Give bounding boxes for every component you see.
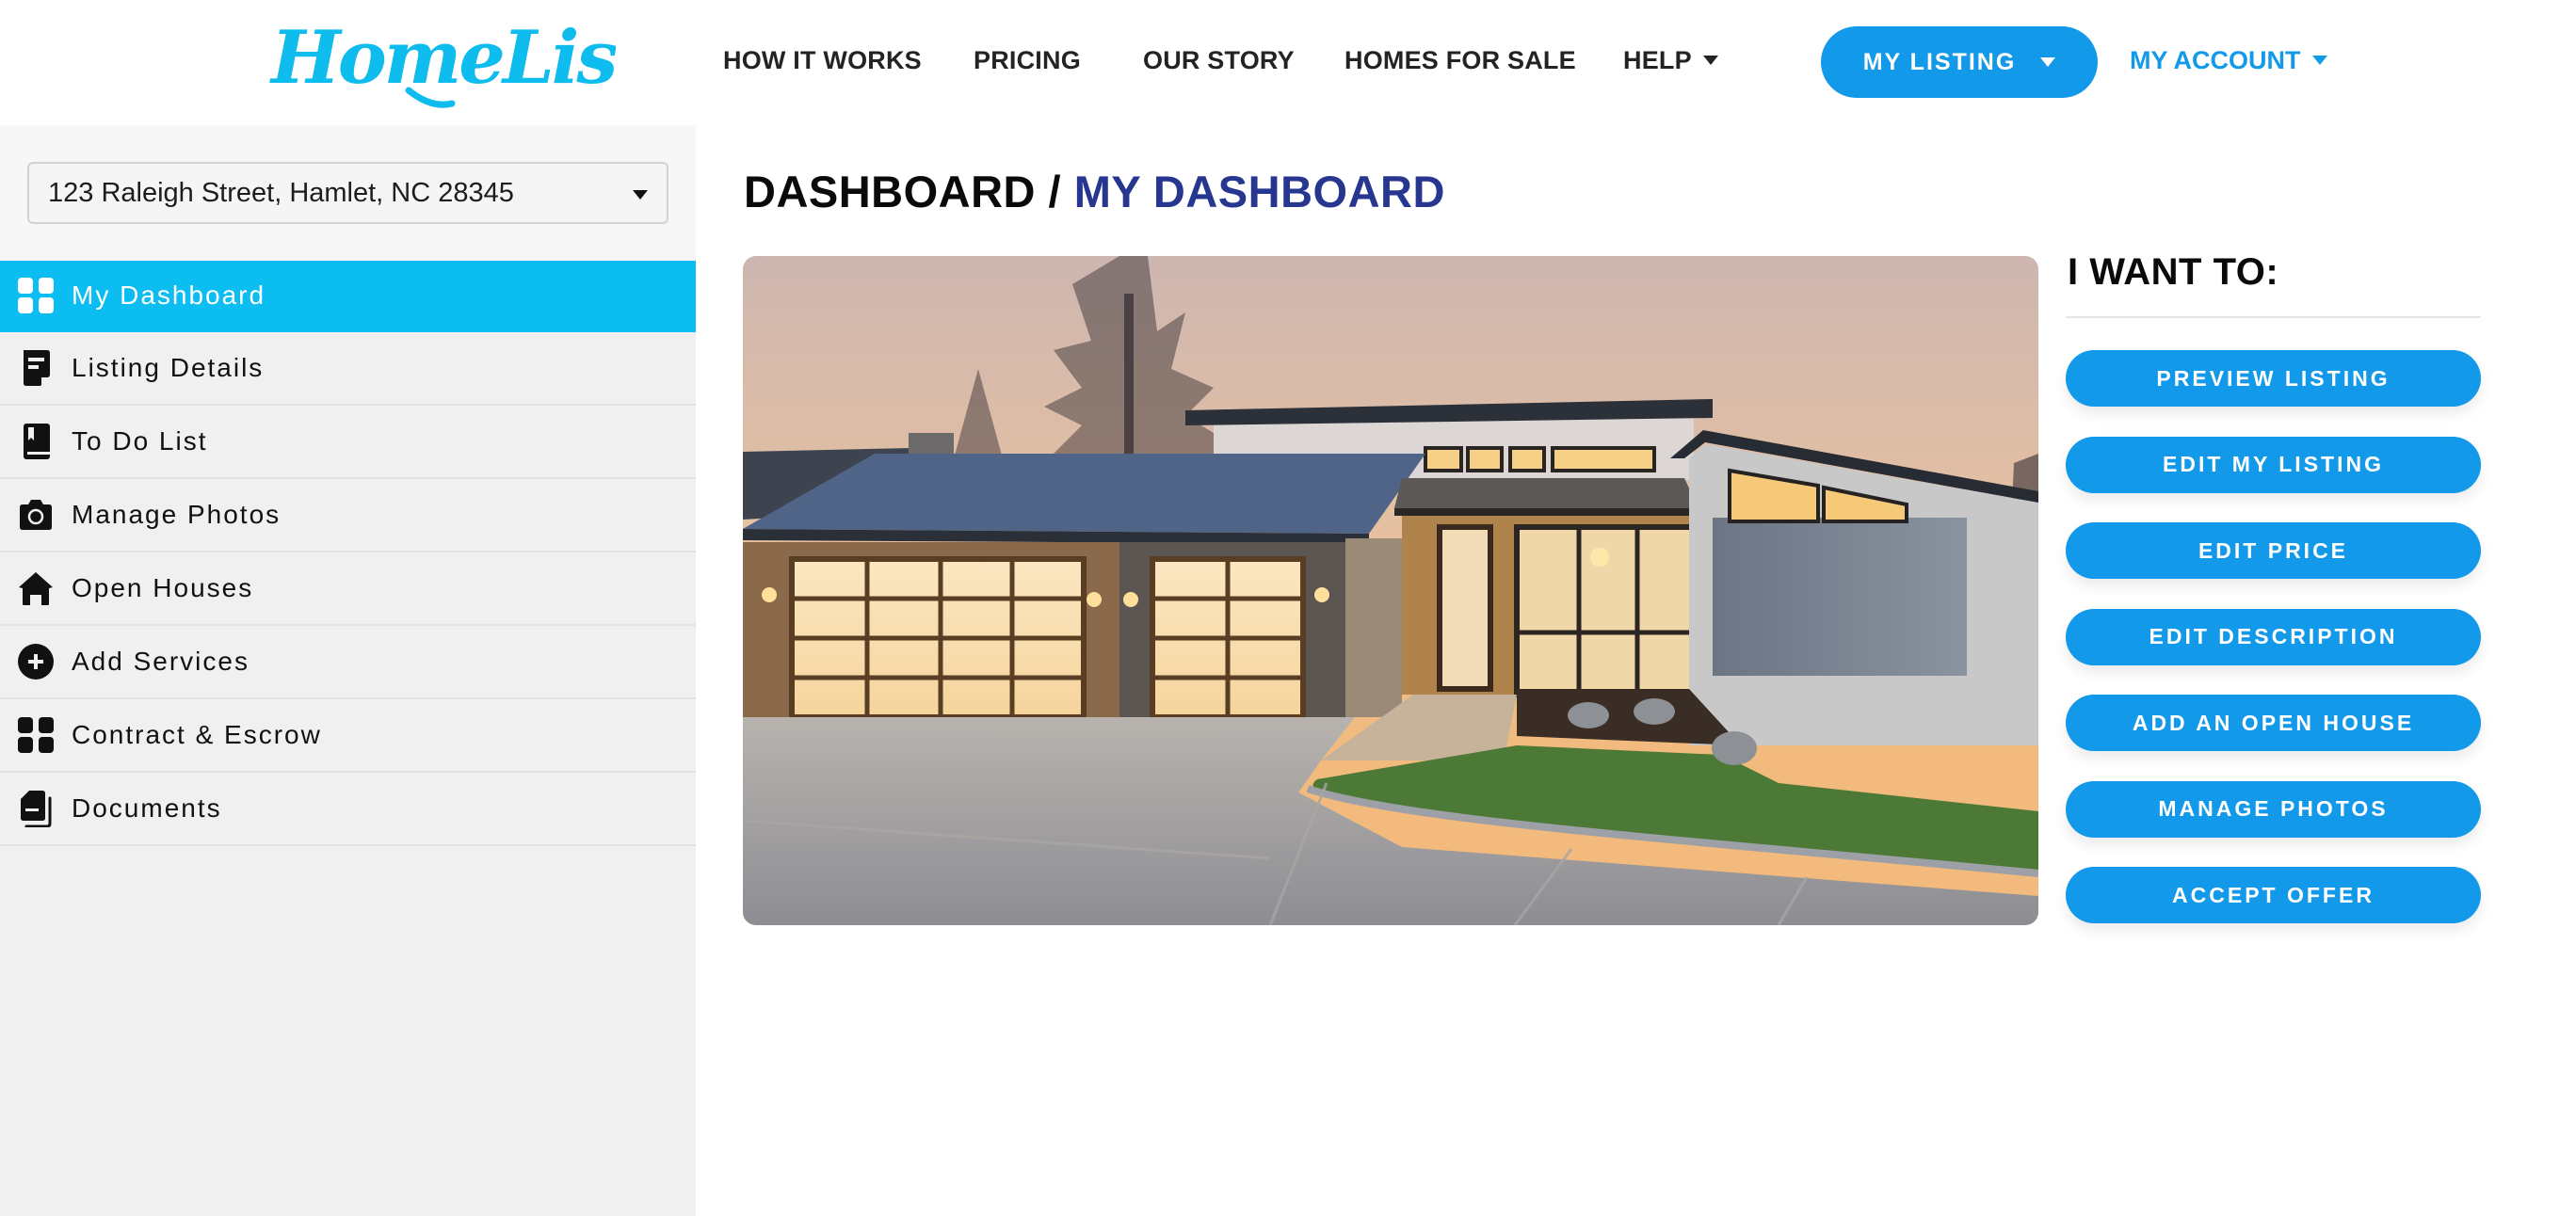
sidebar-item-add-services[interactable]: Add Services [0,626,696,699]
homelister-logo[interactable]: HomeLister [267,9,616,113]
sidebar-menu: My Dashboard Listing Details To Do List [0,261,696,846]
sidebar-item-my-dashboard[interactable]: My Dashboard [0,261,696,332]
sidebar-item-documents[interactable]: Documents [0,773,696,846]
documents-icon [21,791,52,827]
sidebar-item-label: Manage Photos [72,500,282,529]
accept-offer-button[interactable]: ACCEPT OFFER [2066,867,2481,923]
nav-label: OUR STORY [1143,46,1295,74]
my-account-menu[interactable]: MY ACCOUNT [2130,40,2327,81]
action-panel-title: I WANT TO: [2068,251,2279,293]
divider [2066,316,2481,318]
edit-description-button[interactable]: EDIT DESCRIPTION [2066,608,2481,665]
my-account-label: MY ACCOUNT [2130,46,2301,74]
camera-icon [20,500,52,530]
sidebar-item-label: My Dashboard [72,280,266,310]
edit-price-button[interactable]: EDIT PRICE [2066,522,2481,579]
breadcrumb-root[interactable]: DASHBOARD [744,167,1036,216]
breadcrumb-separator: / [1036,167,1074,216]
sidebar-item-contract-escrow[interactable]: Contract & Escrow [0,699,696,773]
sidebar-item-label: Documents [72,793,222,823]
sidebar-item-label: Open Houses [72,573,254,602]
preview-listing-button[interactable]: PREVIEW LISTING [2066,350,2481,407]
sidebar-item-label: Contract & Escrow [72,720,322,749]
top-header: HomeLister HOW IT WORKS PRICING OUR STOR… [0,0,2576,125]
page-title: DASHBOARD / MY DASHBOARD [744,166,1445,217]
add-open-house-button[interactable]: ADD AN OPEN HOUSE [2066,695,2481,751]
sidebar-item-listing-details[interactable]: Listing Details [0,332,696,406]
sidebar-item-label: Add Services [72,647,250,676]
chevron-down-icon [1702,56,1718,65]
nav-pricing[interactable]: PRICING [974,40,1081,81]
logo-text: HomeLister [269,15,616,101]
grid-icon [18,717,54,753]
sidebar-item-open-houses[interactable]: Open Houses [0,552,696,626]
sidebar-item-label: To Do List [72,426,208,456]
address-select-value: 123 Raleigh Street, Hamlet, NC 28345 [48,177,514,208]
grid-icon [18,278,54,313]
my-listing-button[interactable]: MY LISTING [1821,26,2098,98]
house-photo [743,256,2038,925]
chevron-down-icon [633,190,648,200]
my-listing-label: MY LISTING [1862,48,2017,75]
nav-help[interactable]: HELP [1623,40,1718,81]
edit-my-listing-button[interactable]: EDIT MY LISTING [2066,436,2481,493]
sidebar: 123 Raleigh Street, Hamlet, NC 28345 My … [0,125,696,1216]
nav-how-it-works[interactable]: HOW IT WORKS [723,40,922,81]
breadcrumb-current: MY DASHBOARD [1073,167,1445,216]
hero-house-image [743,256,2038,925]
sidebar-item-manage-photos[interactable]: Manage Photos [0,479,696,552]
nav-label: HELP [1623,46,1692,74]
nav-homes-for-sale[interactable]: HOMES FOR SALE [1344,40,1576,81]
house-icon [19,572,53,605]
sidebar-item-to-do-list[interactable]: To Do List [0,406,696,479]
address-select[interactable]: 123 Raleigh Street, Hamlet, NC 28345 [27,162,668,224]
sidebar-item-label: Listing Details [72,353,265,382]
nav-label: HOMES FOR SALE [1344,46,1576,74]
plus-circle-icon [18,644,54,680]
nav-label: HOW IT WORKS [723,46,922,74]
bookmark-book-icon [24,424,50,459]
nav-label: PRICING [974,46,1081,74]
nav-our-story[interactable]: OUR STORY [1143,40,1295,81]
chevron-down-icon [2040,57,2056,67]
document-icon [24,350,50,386]
action-panel: I WANT TO: PREVIEW LISTING EDIT MY LISTI… [2066,247,2481,923]
chevron-down-icon [2311,56,2327,65]
manage-photos-button[interactable]: MANAGE PHOTOS [2066,780,2481,838]
